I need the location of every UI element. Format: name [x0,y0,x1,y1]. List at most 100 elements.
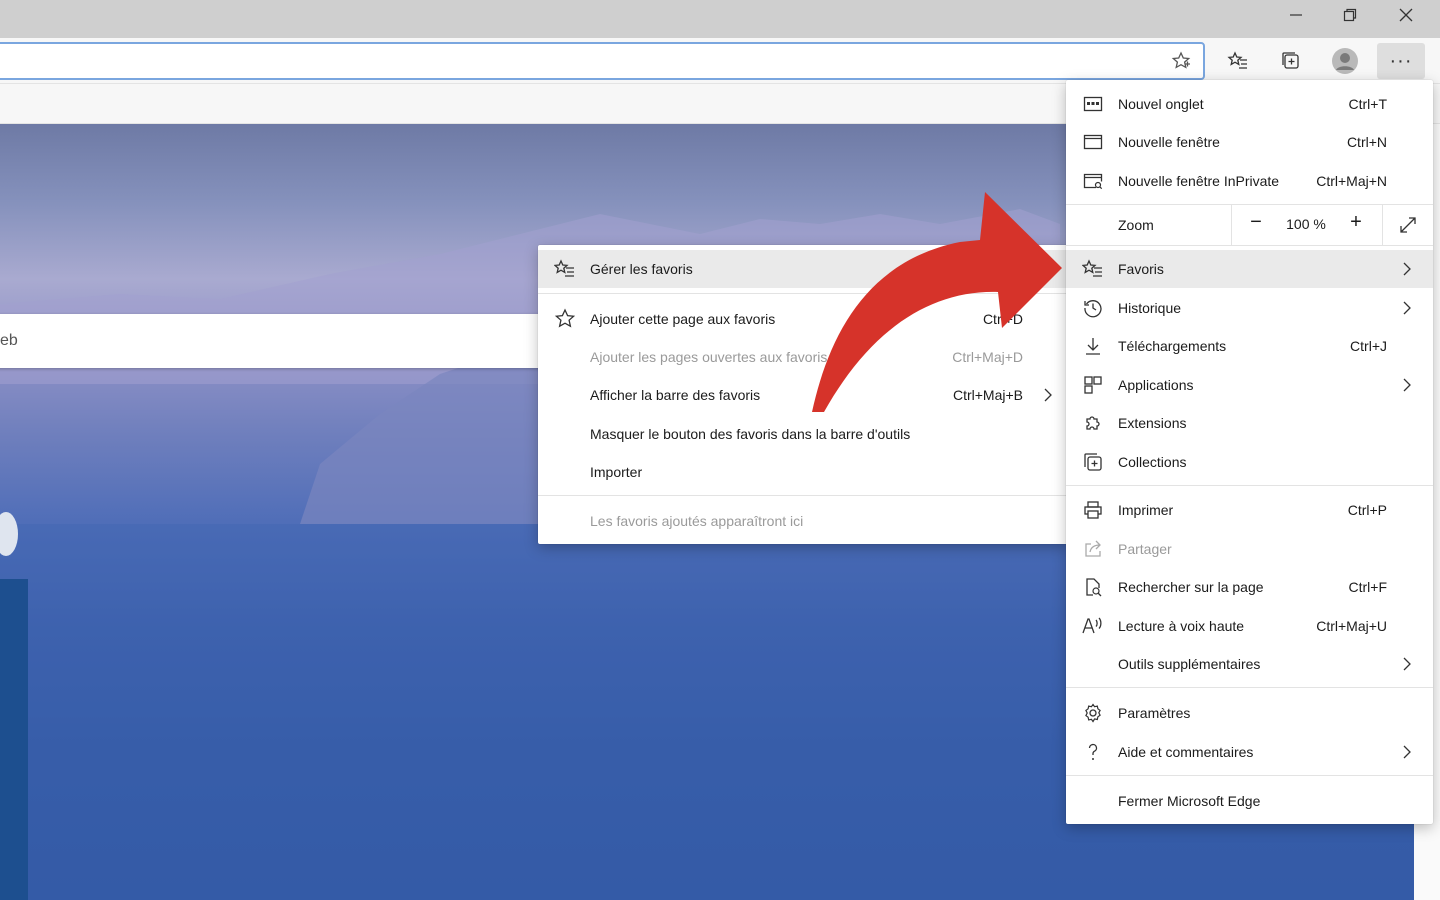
hide-favorites-button-item[interactable]: Masquer le bouton des favoris dans la ba… [538,415,1070,453]
title-bar [0,0,1440,38]
shortcut: Ctrl+Maj+N [1316,173,1387,189]
share-label: Partager [1118,541,1172,557]
divider [1231,205,1232,245]
add-open-pages-item: Ajouter les pages ouvertes aux favoris C… [538,338,1070,376]
import-item[interactable]: Importer [538,453,1070,491]
fullscreen-icon [1400,217,1416,233]
apps-icon [1082,374,1104,396]
close-window-button[interactable] [1379,0,1433,30]
new-inprivate-label: Nouvelle fenêtre InPrivate [1118,173,1280,189]
add-page-to-favorites-item[interactable]: Ajouter cette page aux favoris Ctrl+D [538,300,1070,338]
zoom-label: Zoom [1118,217,1154,233]
read-aloud-item[interactable]: Lecture à voix haute Ctrl+Maj+U [1066,607,1433,645]
collections-toolbar-button[interactable] [1271,44,1311,78]
minimize-icon [1290,14,1302,16]
more-tools-label: Outils supplémentaires [1118,656,1261,672]
show-favorites-bar-item[interactable]: Afficher la barre des favoris Ctrl+Maj+B [538,376,1070,414]
close-edge-label: Fermer Microsoft Edge [1118,793,1261,809]
shortcut: Ctrl+D [982,311,1023,327]
download-icon [1082,335,1104,357]
downloads-label: Téléchargements [1118,338,1227,354]
favorites-list-icon [554,258,576,280]
zoom-level: 100 % [1286,216,1326,232]
find-icon [1082,576,1104,598]
share-item: Partager [1066,530,1433,568]
read-aloud-label: Lecture à voix haute [1118,618,1245,634]
favorites-item[interactable]: Favoris [1066,250,1433,288]
print-label: Imprimer [1118,502,1174,518]
separator [1066,687,1433,688]
web-search-box[interactable]: eb [0,314,550,368]
new-tab-label: Nouvel onglet [1118,96,1204,112]
new-inprivate-window-item[interactable]: Nouvelle fenêtre InPrivate Ctrl+Maj+N [1066,162,1433,200]
read-aloud-icon [1082,615,1104,637]
chevron-right-icon [1401,378,1413,392]
divider [1382,205,1383,245]
favorites-empty-note: Les favoris ajoutés apparaîtront ici [538,502,1070,540]
zoom-out-button[interactable]: − [1242,211,1270,234]
show-favorites-bar-label: Afficher la barre des favoris [590,387,761,403]
collections-icon [1282,52,1299,69]
help-feedback-item[interactable]: Aide et commentaires [1066,733,1433,771]
search-box-text: eb [0,332,18,349]
print-item[interactable]: Imprimer Ctrl+P [1066,491,1433,529]
find-on-page-item[interactable]: Rechercher sur la page Ctrl+F [1066,568,1433,606]
new-tab-icon [1082,93,1104,115]
more-dots-icon: ··· [1389,49,1413,72]
new-window-item[interactable]: Nouvelle fenêtre Ctrl+N [1066,123,1433,161]
add-favorite-icon [554,308,576,330]
find-on-page-label: Rechercher sur la page [1118,579,1264,595]
hide-favorites-button-label: Masquer le bouton des favoris dans la ba… [590,426,911,442]
separator [1066,775,1433,776]
history-item[interactable]: Historique [1066,289,1433,327]
separator [538,293,1070,294]
extensions-label: Extensions [1118,415,1187,431]
shortcut: Ctrl+N [1346,134,1387,150]
history-icon [1082,297,1104,319]
separator [538,495,1070,496]
shortcut: Ctrl+Maj+B [952,387,1023,403]
address-bar[interactable] [0,42,1205,80]
manage-favorites-label: Gérer les favoris [590,261,693,277]
favorites-toolbar-button[interactable] [1218,44,1258,78]
manage-favorites-item[interactable]: Gérer les favoris [538,250,1070,288]
shortcut: Ctrl+F [1348,579,1388,595]
more-tools-item[interactable]: Outils supplémentaires [1066,645,1433,683]
profile-button[interactable] [1325,44,1365,78]
help-feedback-label: Aide et commentaires [1118,744,1254,760]
favorites-submenu: Gérer les favoris Ajouter cette page aux… [538,245,1070,544]
inprivate-icon [1082,170,1104,192]
new-tab-item[interactable]: Nouvel onglet Ctrl+T [1066,85,1433,123]
zoom-in-button[interactable]: + [1342,211,1370,234]
extensions-icon [1082,412,1104,434]
shortcut: Ctrl+T [1348,96,1388,112]
collections-icon [1082,451,1104,473]
settings-and-more-menu: Nouvel onglet Ctrl+T Nouvelle fenêtre Ct… [1066,80,1433,824]
new-window-label: Nouvelle fenêtre [1118,134,1220,150]
collections-item[interactable]: Collections [1066,443,1433,481]
favorites-label: Favoris [1118,261,1164,277]
shortcut: Ctrl+P [1347,502,1387,518]
minimize-button[interactable] [1269,0,1323,30]
settings-item[interactable]: Paramètres [1066,694,1433,732]
import-label: Importer [590,464,643,480]
avatar [1332,48,1358,74]
add-favorite-star-icon[interactable] [1171,51,1191,76]
restore-icon [1343,8,1357,22]
fullscreen-button[interactable] [1398,215,1418,240]
restore-button[interactable] [1323,0,1377,30]
separator [1066,245,1433,246]
shortcut: Ctrl+J [1350,338,1387,354]
applications-item[interactable]: Applications [1066,366,1433,404]
settings-and-more-button[interactable]: ··· [1377,43,1425,79]
downloads-item[interactable]: Téléchargements Ctrl+J [1066,327,1433,365]
chevron-right-icon [1042,388,1054,402]
shortcut: Ctrl+Maj+U [1316,618,1387,634]
chevron-right-icon [1401,657,1413,671]
close-edge-item[interactable]: Fermer Microsoft Edge [1066,782,1433,820]
history-label: Historique [1118,300,1182,316]
chevron-right-icon [1401,301,1413,315]
extensions-item[interactable]: Extensions [1066,404,1433,442]
shortcut: Ctrl+Maj+D [952,349,1023,365]
settings-icon [1082,702,1104,724]
